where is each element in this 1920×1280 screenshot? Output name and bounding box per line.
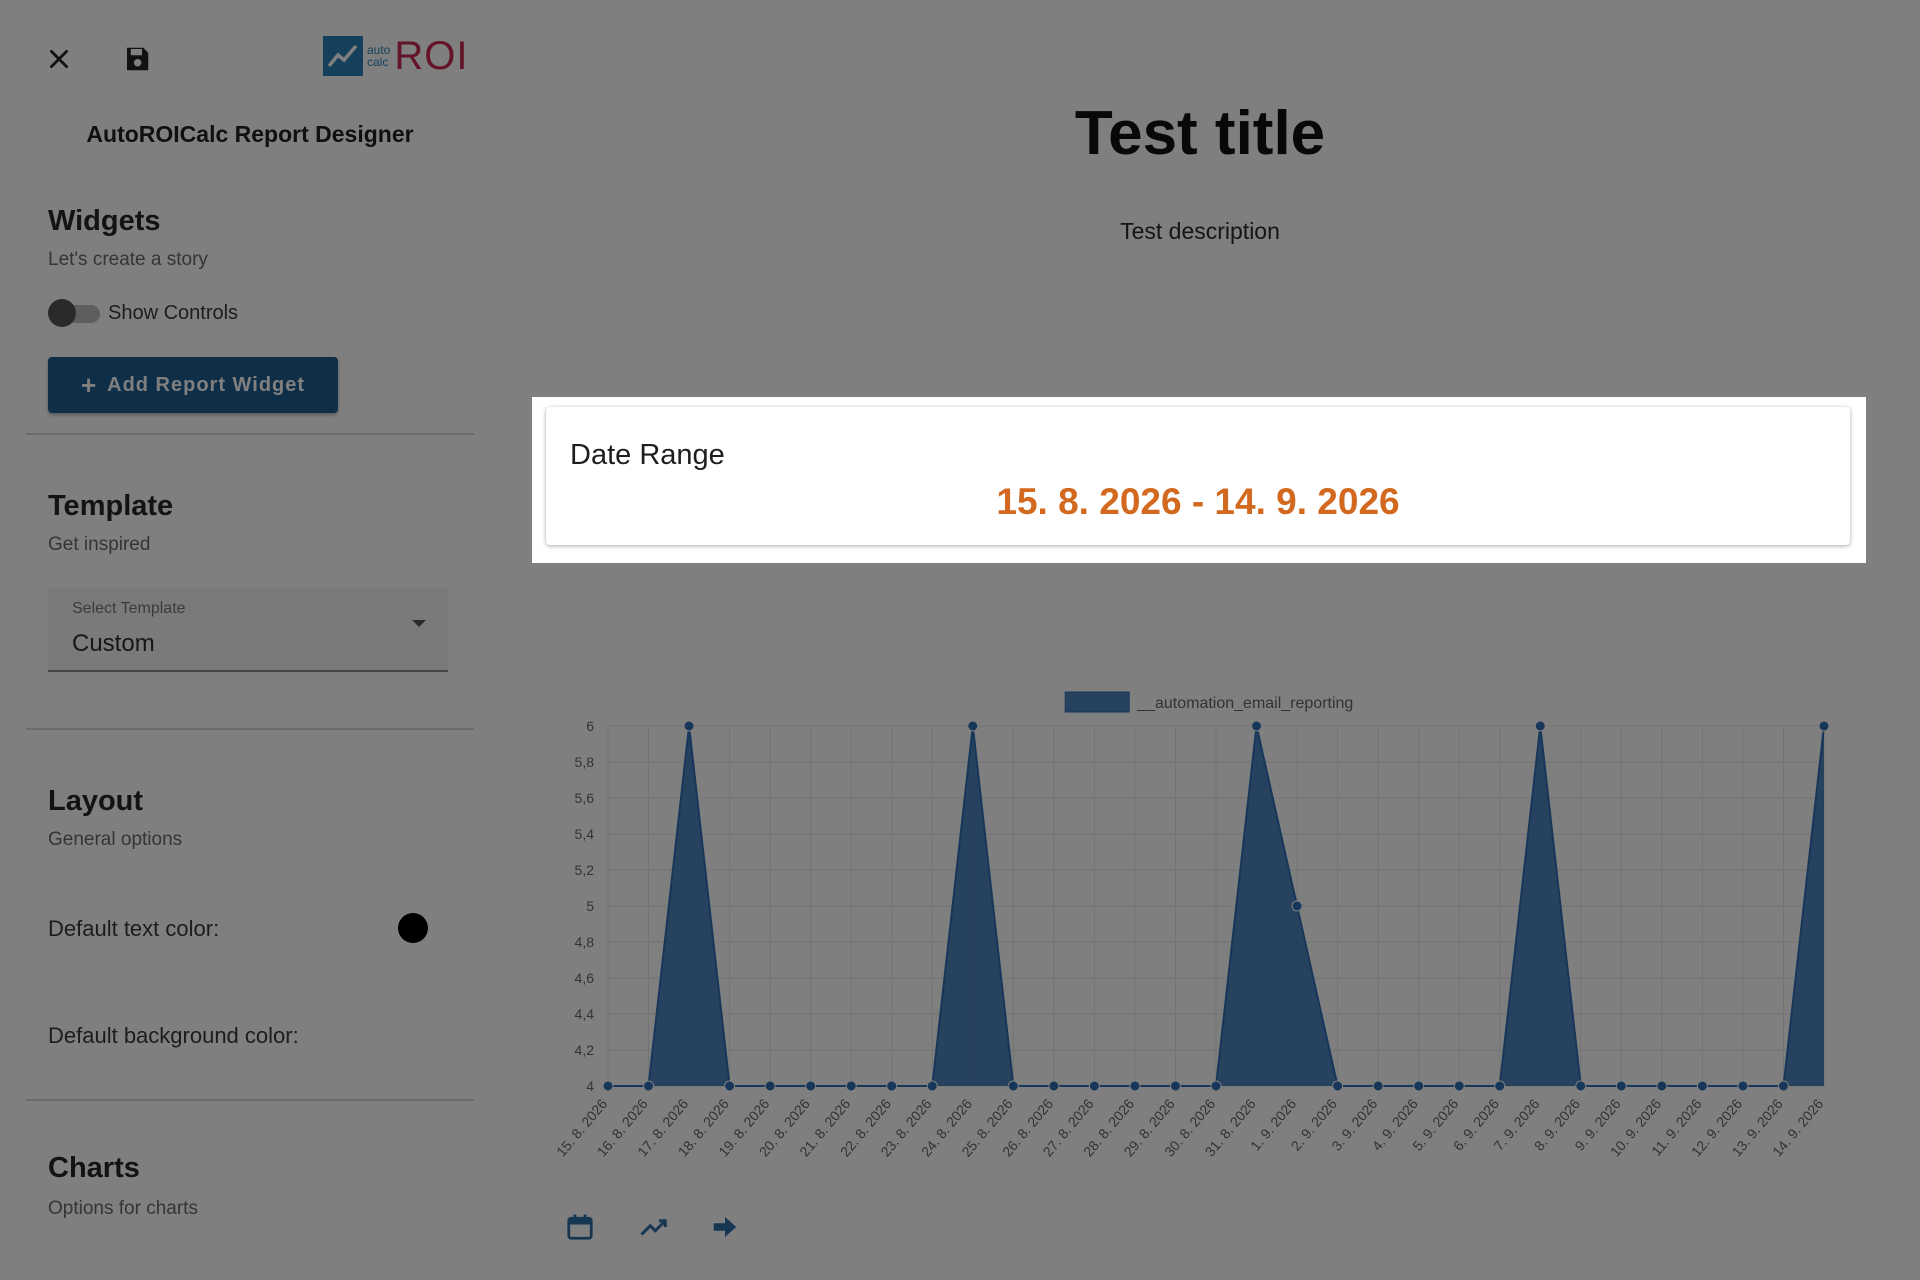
logo-small-text: auto calc xyxy=(367,43,391,69)
y-tick-label: 4,8 xyxy=(575,934,595,950)
plus-icon: + xyxy=(80,370,98,400)
close-button[interactable] xyxy=(42,42,76,76)
data-point xyxy=(1656,1080,1668,1092)
default-bg-color-label: Default background color: xyxy=(48,1023,299,1048)
close-icon xyxy=(50,50,68,68)
save-icon xyxy=(127,47,149,71)
widgets-subtitle: Let's create a story xyxy=(48,249,208,270)
data-point xyxy=(1210,1080,1222,1092)
report-title: Test title xyxy=(1074,99,1326,168)
template-select[interactable]: Select Template Custom xyxy=(48,588,448,672)
data-point xyxy=(845,1080,857,1092)
data-point xyxy=(1291,900,1303,912)
app-logo: auto calc ROI xyxy=(323,36,468,76)
charts-panel: Charts Options for charts xyxy=(26,1125,474,1275)
data-point xyxy=(1129,1080,1141,1092)
layout-subtitle: General options xyxy=(48,829,183,850)
data-point xyxy=(1494,1080,1506,1092)
date-range-value: 15. 8. 2026 - 14. 9. 2026 xyxy=(996,481,1400,522)
y-tick-label: 6 xyxy=(586,718,594,734)
app-title: AutoROICalc Report Designer xyxy=(86,121,414,147)
charts-subtitle: Options for charts xyxy=(48,1198,198,1219)
data-point xyxy=(805,1080,817,1092)
chart-trend-icon xyxy=(323,36,363,76)
y-tick-label: 5,6 xyxy=(575,790,595,806)
toggle-thumb xyxy=(48,299,76,327)
layout-panel: Layout General options Default text colo… xyxy=(26,755,474,1101)
charts-title: Charts xyxy=(48,1152,140,1184)
data-point xyxy=(1696,1080,1708,1092)
area-chart: 44,24,44,64,855,25,45,65,8615. 8. 202616… xyxy=(553,691,1830,1160)
y-tick-label: 4 xyxy=(586,1078,594,1094)
data-point xyxy=(1332,1080,1344,1092)
calendar-icon xyxy=(567,1214,593,1240)
template-panel: Template Get inspired Select Template Cu… xyxy=(26,460,474,730)
data-point xyxy=(764,1080,776,1092)
date-range-widget[interactable]: Date Range 15. 8. 2026 - 14. 9. 2026 xyxy=(546,407,1850,545)
show-controls-label: Show Controls xyxy=(108,302,239,324)
chart-date-button[interactable] xyxy=(563,1210,597,1244)
widgets-panel: Widgets Let's create a story Show Contro… xyxy=(26,175,474,435)
date-range-label: Date Range xyxy=(570,439,725,471)
data-point xyxy=(643,1080,655,1092)
data-point xyxy=(1453,1080,1465,1092)
data-point xyxy=(1534,720,1546,732)
arrow-right-icon xyxy=(713,1217,737,1237)
data-point xyxy=(926,1080,938,1092)
template-select-value: Custom xyxy=(72,630,155,657)
y-tick-label: 4,4 xyxy=(575,1006,595,1022)
logo-roi-text: ROI xyxy=(394,34,469,78)
widgets-title: Widgets xyxy=(48,205,161,237)
legend-swatch xyxy=(1064,691,1130,713)
data-point xyxy=(886,1080,898,1092)
chart-forward-button[interactable] xyxy=(708,1210,742,1244)
y-tick-label: 5,4 xyxy=(575,826,595,842)
y-tick-label: 5 xyxy=(586,898,594,914)
data-point xyxy=(1048,1080,1060,1092)
add-report-widget-label: Add Report Widget xyxy=(107,373,306,396)
y-tick-label: 4,2 xyxy=(575,1042,595,1058)
data-point xyxy=(1169,1080,1181,1092)
data-point xyxy=(1818,720,1830,732)
default-text-color-label: Default text color: xyxy=(48,916,220,941)
data-point xyxy=(683,720,695,732)
data-point xyxy=(724,1080,736,1092)
y-tick-label: 5,2 xyxy=(575,862,595,878)
save-button[interactable] xyxy=(120,42,154,76)
chevron-down-icon xyxy=(412,620,426,627)
data-point xyxy=(602,1080,614,1092)
show-controls-toggle[interactable] xyxy=(48,299,100,327)
data-point xyxy=(1777,1080,1789,1092)
data-point xyxy=(1007,1080,1019,1092)
template-title: Template xyxy=(48,490,174,522)
data-point xyxy=(1088,1080,1100,1092)
legend-label: __automation_email_reporting xyxy=(1136,695,1353,712)
report-description: Test description xyxy=(1120,218,1280,244)
data-point xyxy=(1251,720,1263,732)
add-report-widget-button[interactable]: + Add Report Widget xyxy=(48,357,338,413)
layout-title: Layout xyxy=(48,785,144,817)
data-point xyxy=(1413,1080,1425,1092)
chart-trend-button[interactable] xyxy=(637,1210,671,1244)
y-tick-label: 4,6 xyxy=(575,970,595,986)
template-subtitle: Get inspired xyxy=(48,534,151,555)
text-color-swatch[interactable] xyxy=(398,913,428,943)
data-point xyxy=(967,720,979,732)
template-select-label: Select Template xyxy=(72,600,186,617)
data-point xyxy=(1372,1080,1384,1092)
data-point xyxy=(1737,1080,1749,1092)
data-point xyxy=(1575,1080,1587,1092)
y-tick-label: 5,8 xyxy=(575,754,595,770)
data-point xyxy=(1615,1080,1627,1092)
trending-up-icon xyxy=(640,1219,667,1236)
